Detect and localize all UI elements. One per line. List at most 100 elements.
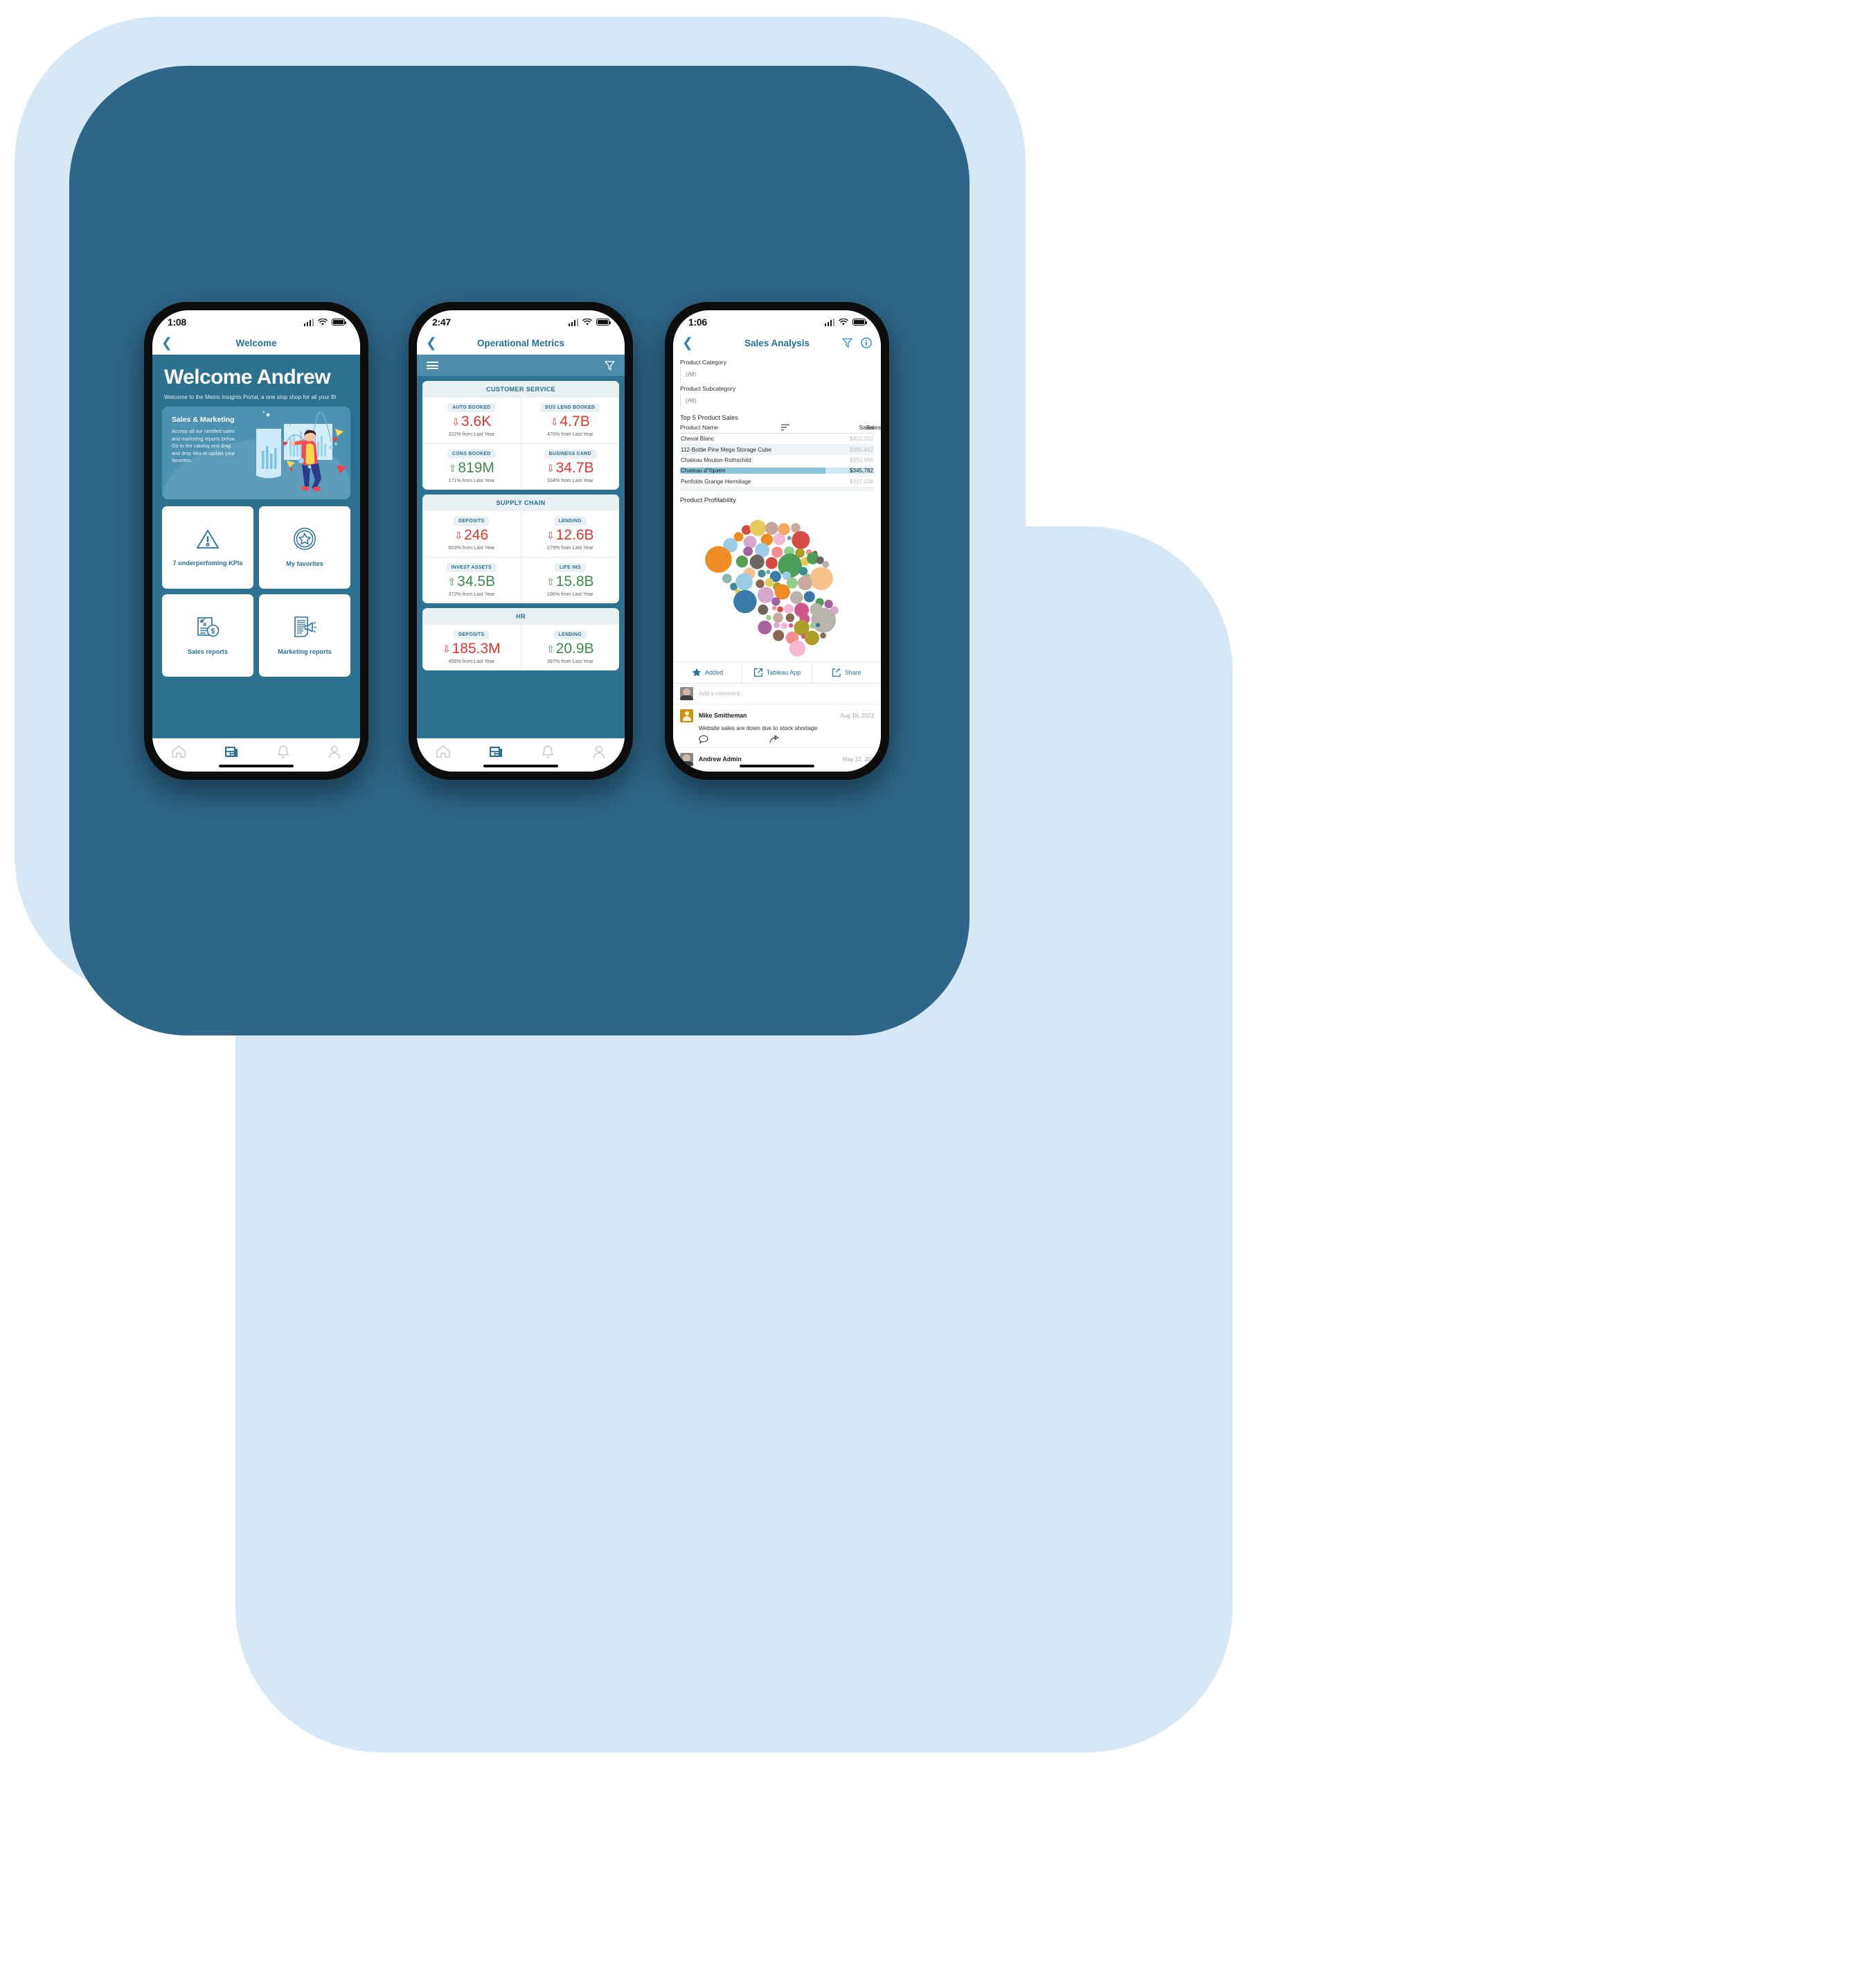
bubble[interactable]	[765, 578, 774, 587]
bubble[interactable]	[774, 584, 790, 600]
added-button[interactable]: Added	[673, 662, 742, 683]
bubble[interactable]	[756, 579, 765, 588]
bubble[interactable]	[780, 622, 788, 630]
tile-sales-reports[interactable]: $ Sales reports	[162, 594, 253, 677]
product-subcategory-select[interactable]	[680, 394, 874, 407]
bubble[interactable]	[789, 623, 794, 627]
bubble[interactable]	[804, 630, 819, 646]
bubble[interactable]	[722, 573, 732, 583]
kpi-cell[interactable]: AUTO BOOKED ⇩ 3.6K 322% from Last Year	[422, 398, 521, 443]
bubble[interactable]	[771, 546, 783, 558]
kpi-cell[interactable]: CONS BOOKED ⇧ 819M 171% from Last Year	[422, 444, 521, 490]
forward-icon[interactable]	[769, 735, 780, 744]
bubble[interactable]	[773, 630, 785, 641]
comment-compose-row[interactable]: Add a comment...	[673, 684, 881, 704]
bubble[interactable]	[758, 569, 766, 578]
info-circle-icon[interactable]	[861, 337, 872, 348]
bubble[interactable]	[758, 620, 772, 634]
bubble[interactable]	[743, 546, 753, 556]
promo-card-sales-marketing[interactable]: Sales & Marketing Access all our certifi…	[162, 407, 350, 500]
bubble[interactable]	[735, 573, 753, 591]
back-button[interactable]: ❮	[426, 337, 437, 350]
bell-icon[interactable]	[541, 745, 555, 759]
bubble[interactable]	[705, 546, 732, 573]
product-category-select[interactable]	[680, 368, 874, 381]
kpi-cell[interactable]: LENDING ⇩ 12.6B 179% from Last Year	[520, 511, 620, 557]
share-button[interactable]: Share	[811, 661, 881, 683]
bubble[interactable]	[766, 615, 771, 621]
bubble[interactable]	[735, 555, 749, 568]
newspaper-icon[interactable]	[488, 745, 503, 758]
kpi-cell[interactable]: INVEST ASSETS ⇧ 34.5B 372% from Last Year	[422, 558, 521, 603]
megaphone-document-icon	[294, 616, 317, 637]
bubble[interactable]	[811, 607, 837, 633]
bubble[interactable]	[810, 623, 815, 629]
bubble[interactable]	[773, 533, 786, 546]
tableau-app-button[interactable]: Tableau App	[742, 661, 811, 683]
bubble[interactable]	[749, 519, 767, 536]
bubble[interactable]	[771, 597, 780, 606]
newspaper-icon[interactable]	[224, 745, 239, 758]
bubble[interactable]	[765, 557, 778, 569]
table-row[interactable]: Cheval Blanc $402,352	[680, 434, 874, 444]
user-icon[interactable]	[592, 745, 606, 759]
bubble[interactable]	[765, 522, 778, 535]
kpi-cell[interactable]: DEPOSITS ⇩ 185.3M 456% from Last Year	[422, 625, 521, 670]
bubble[interactable]	[785, 613, 795, 622]
funnel-icon[interactable]	[842, 337, 852, 348]
bubble[interactable]	[824, 599, 833, 609]
bubble[interactable]	[822, 560, 830, 568]
bubble[interactable]	[798, 576, 813, 591]
bubble[interactable]	[792, 531, 810, 549]
bubble[interactable]	[789, 591, 803, 604]
bubble[interactable]	[777, 606, 783, 612]
bubble[interactable]	[786, 577, 798, 589]
kpi-cell[interactable]: BUS LEND BOOKED ⇩ 4.7B 470% from Last Yea…	[520, 398, 620, 443]
bell-icon[interactable]	[276, 745, 290, 759]
bubble[interactable]	[733, 589, 757, 614]
bubble[interactable]	[803, 591, 815, 603]
table-row[interactable]: Chateau Mouton-Rothschild $350,566	[680, 455, 874, 465]
table-row[interactable]: Penfolds Grange Hermitage $317,034	[680, 477, 874, 487]
cell-sales: $317,034	[849, 478, 873, 485]
kpi-cell[interactable]: BUSINESS CARD ⇩ 34.7B 334% from Last Year	[520, 444, 620, 490]
bubble[interactable]	[766, 569, 771, 574]
kpi-cell[interactable]: DEPOSITS ⇩ 246 603% from Last Year	[422, 511, 521, 557]
bubble[interactable]	[757, 587, 774, 603]
bubble[interactable]	[773, 612, 783, 623]
bubble[interactable]	[789, 640, 806, 657]
home-icon[interactable]	[436, 745, 451, 758]
user-icon[interactable]	[328, 745, 341, 759]
bubble[interactable]	[741, 525, 751, 535]
kpi-cell[interactable]: LIFE INS ⇧ 15.8B 196% from Last Year	[520, 558, 620, 603]
tile-marketing-reports[interactable]: Marketing reports	[259, 594, 350, 677]
back-button[interactable]: ❮	[161, 337, 172, 350]
table-row[interactable]: 112-Bottle Pine Mega Storage Cube $385,4…	[680, 444, 874, 455]
tile-underperforming-kpis[interactable]: 7 underperfoming KPIs	[162, 506, 253, 589]
hamburger-icon[interactable]	[427, 362, 438, 369]
comment-icon[interactable]	[699, 735, 708, 744]
arrow-up-icon: ⇧	[448, 462, 457, 474]
product-profitability-bubble-chart[interactable]	[673, 508, 881, 661]
bubble[interactable]	[749, 554, 765, 569]
bubble[interactable]	[816, 623, 821, 627]
bubble[interactable]	[758, 604, 769, 615]
bubble[interactable]	[771, 605, 777, 610]
home-icon[interactable]	[171, 745, 186, 758]
table-row-selected[interactable]: Chateau d'Yquem $345,782	[680, 465, 874, 476]
kpi-subtext: 603% from Last Year	[448, 544, 495, 551]
bubble[interactable]	[784, 604, 794, 614]
arrow-up-icon: ⇧	[546, 643, 555, 655]
bubble[interactable]	[774, 621, 780, 628]
add-comment-input[interactable]: Add a comment...	[699, 690, 744, 697]
bubble[interactable]	[810, 567, 833, 590]
funnel-icon[interactable]	[605, 360, 615, 371]
sort-icon[interactable]	[781, 424, 789, 431]
bubble[interactable]	[787, 535, 792, 540]
tile-my-favorites[interactable]: My favorites	[259, 506, 350, 589]
group-title: SUPPLY CHAIN	[422, 495, 619, 511]
bubble[interactable]	[820, 632, 826, 639]
back-button[interactable]: ❮	[682, 337, 693, 350]
bubble[interactable]	[743, 535, 757, 549]
kpi-cell[interactable]: LENDING ⇧ 20.9B 397% from Last Year	[520, 625, 620, 670]
